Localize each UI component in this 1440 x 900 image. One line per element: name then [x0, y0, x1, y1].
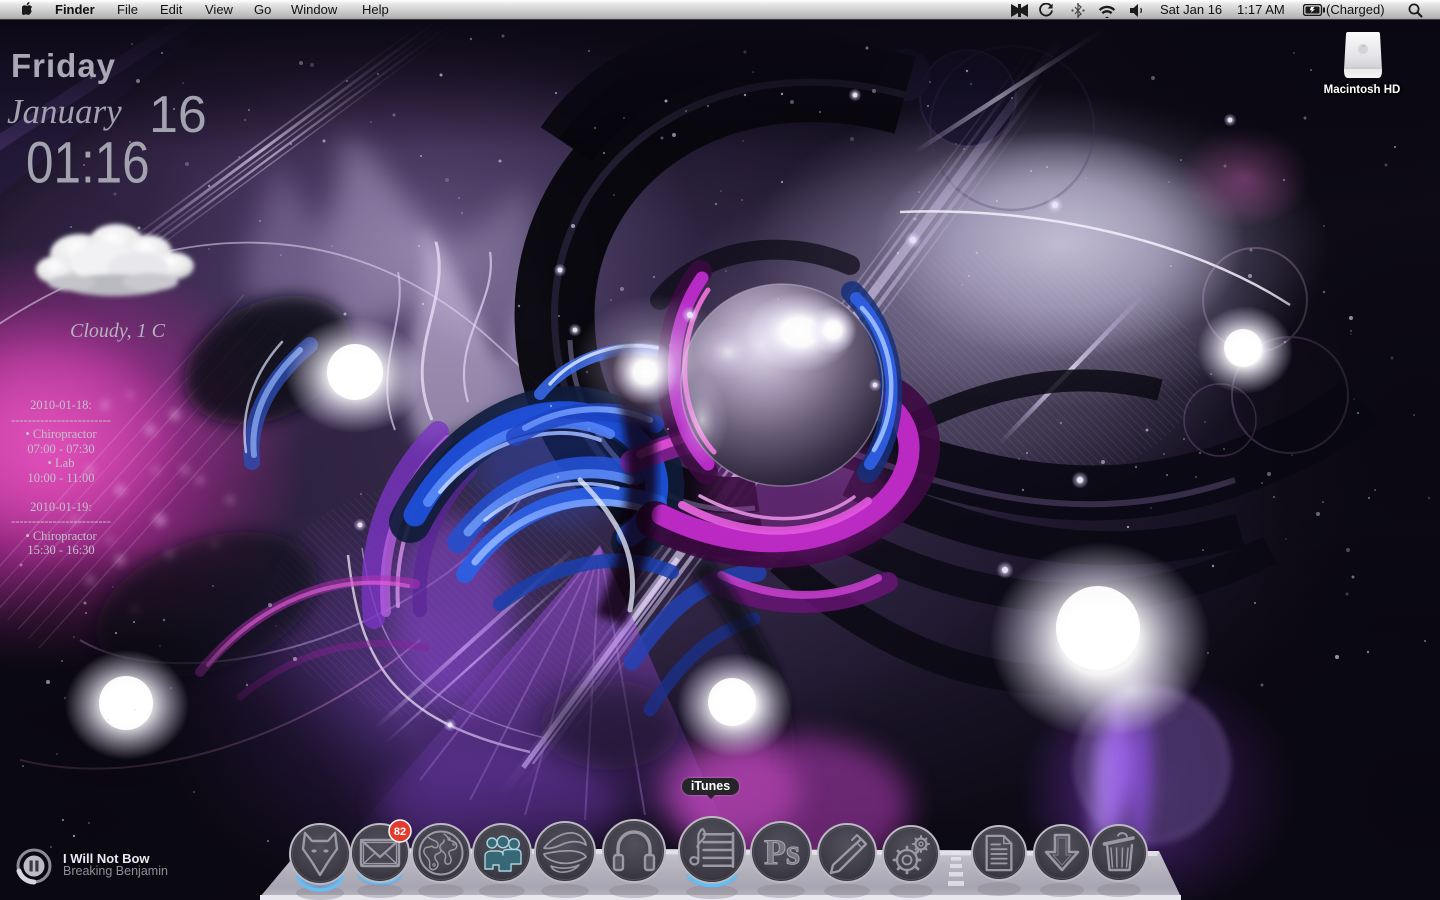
- svg-text:Ps: Ps: [764, 832, 800, 872]
- svg-text:82: 82: [394, 826, 406, 838]
